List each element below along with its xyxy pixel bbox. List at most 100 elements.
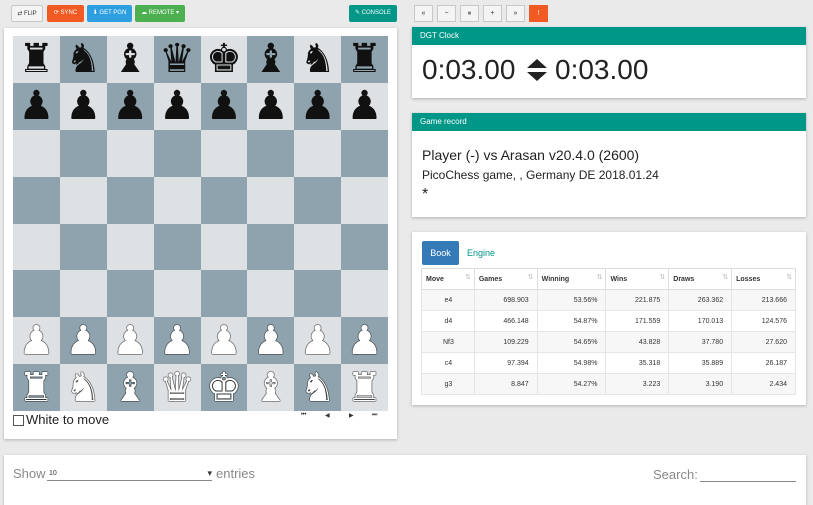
entries-select[interactable]: 10 ▾: [47, 467, 212, 481]
white-pawn-piece[interactable]: ♟: [253, 321, 289, 361]
board-square[interactable]: [200, 176, 248, 224]
white-knight-piece[interactable]: ♞: [300, 368, 336, 408]
board-square[interactable]: [341, 223, 388, 271]
book-row[interactable]: e4 698.903 53.56% 221.875 263.362 213.666: [421, 289, 796, 311]
book-row[interactable]: c4 97.394 54.98% 35.318 35.889 26.187: [421, 352, 796, 374]
black-knight-piece[interactable]: ♞: [300, 39, 336, 79]
black-bishop-piece[interactable]: ♝: [112, 39, 148, 79]
board-square[interactable]: [341, 270, 388, 318]
board-square[interactable]: ♟: [294, 82, 342, 130]
pause-button[interactable]: ⏸: [460, 5, 479, 22]
board-square[interactable]: ♟: [59, 82, 107, 130]
black-pawn-piece[interactable]: ♟: [347, 86, 383, 126]
white-bishop-piece[interactable]: ♝: [112, 368, 148, 408]
white-queen-piece[interactable]: ♛: [159, 368, 195, 408]
board-square[interactable]: [153, 129, 201, 177]
board-square[interactable]: ♛: [153, 364, 201, 411]
chessboard[interactable]: ♜ ♞ ♝ ♛ ♚ ♝ ♞ ♜ ♟ ♟ ♟ ♟ ♟ ♟ ♟ ♟ ♟ ♟ ♟ ♟ ♟ ♟ ♟ ♟ ♜ ♞ ♝ ♛ ♚ ♝ ♞ ♜: [13, 36, 388, 411]
black-pawn-piece[interactable]: ♟: [300, 86, 336, 126]
board-square[interactable]: ♞: [59, 36, 107, 83]
board-first-icon[interactable]: ⏮: [301, 412, 306, 419]
col-losses[interactable]: Losses ⇅: [731, 268, 796, 290]
board-square[interactable]: [294, 223, 342, 271]
board-square[interactable]: [294, 129, 342, 177]
col-games[interactable]: Games ⇅: [473, 268, 538, 290]
black-pawn-piece[interactable]: ♟: [112, 86, 148, 126]
flip-button[interactable]: ⇄ FLIP: [11, 5, 43, 22]
forward-button[interactable]: +: [483, 5, 502, 22]
col-move[interactable]: Move ⇅: [421, 268, 475, 290]
board-square[interactable]: [247, 176, 295, 224]
board-square[interactable]: [153, 223, 201, 271]
board-square[interactable]: [247, 129, 295, 177]
board-square[interactable]: [13, 223, 60, 271]
board-square[interactable]: [153, 270, 201, 318]
board-square[interactable]: ♜: [13, 364, 60, 411]
first-move-button[interactable]: «: [414, 5, 433, 22]
board-square[interactable]: ♟: [153, 317, 201, 365]
black-king-piece[interactable]: ♚: [206, 39, 242, 79]
sync-button[interactable]: ⟳ SYNC: [47, 5, 84, 22]
board-square[interactable]: ♞: [59, 364, 107, 411]
white-pawn-piece[interactable]: ♟: [112, 321, 148, 361]
black-pawn-piece[interactable]: ♟: [159, 86, 195, 126]
book-row[interactable]: g3 8.847 54.27% 3.223 3.190 2.434: [421, 373, 796, 395]
col-draws[interactable]: Draws ⇅: [668, 268, 733, 290]
board-square[interactable]: [247, 270, 295, 318]
board-square[interactable]: [247, 223, 295, 271]
board-square[interactable]: [59, 129, 107, 177]
board-square[interactable]: [341, 129, 388, 177]
last-move-button[interactable]: »: [506, 5, 525, 22]
board-square[interactable]: ♟: [153, 82, 201, 130]
board-square[interactable]: [59, 176, 107, 224]
board-square[interactable]: [200, 270, 248, 318]
back-button[interactable]: −: [437, 5, 456, 22]
board-square[interactable]: [59, 223, 107, 271]
console-button[interactable]: ✎ CONSOLE: [349, 5, 397, 22]
board-square[interactable]: ♟: [247, 317, 295, 365]
board-square[interactable]: [106, 129, 154, 177]
board-next-icon[interactable]: ▶: [349, 412, 354, 419]
board-square[interactable]: [294, 270, 342, 318]
white-rook-piece[interactable]: ♜: [19, 368, 55, 408]
get-pgn-button[interactable]: ⬇ GET PGN: [87, 5, 132, 22]
board-square[interactable]: [200, 223, 248, 271]
black-pawn-piece[interactable]: ♟: [19, 86, 55, 126]
white-pawn-piece[interactable]: ♟: [19, 321, 55, 361]
board-square[interactable]: ♚: [200, 364, 248, 411]
board-square[interactable]: ♟: [294, 317, 342, 365]
black-pawn-piece[interactable]: ♟: [65, 86, 101, 126]
board-square[interactable]: [341, 176, 388, 224]
board-square[interactable]: [153, 176, 201, 224]
board-square[interactable]: [200, 129, 248, 177]
board-square[interactable]: [13, 176, 60, 224]
board-square[interactable]: [13, 129, 60, 177]
board-square[interactable]: ♝: [247, 364, 295, 411]
board-square[interactable]: ♟: [13, 317, 60, 365]
board-square[interactable]: [59, 270, 107, 318]
board-square[interactable]: ♝: [247, 36, 295, 83]
white-pawn-piece[interactable]: ♟: [206, 321, 242, 361]
board-square[interactable]: ♟: [341, 317, 388, 365]
book-row[interactable]: d4 466.148 54.87% 171.559 170.013 124.576: [421, 310, 796, 332]
board-square[interactable]: [106, 223, 154, 271]
remote-button[interactable]: ☁ REMOTE ▾: [135, 5, 185, 22]
board-square[interactable]: ♟: [106, 317, 154, 365]
board-square[interactable]: ♝: [106, 36, 154, 83]
board-square[interactable]: ♚: [200, 36, 248, 83]
board-square[interactable]: [13, 270, 60, 318]
board-square[interactable]: ♟: [106, 82, 154, 130]
board-square[interactable]: ♜: [341, 36, 388, 83]
board-square[interactable]: ♟: [200, 82, 248, 130]
board-square[interactable]: ♞: [294, 36, 342, 83]
board-last-icon[interactable]: ⏭: [372, 412, 377, 419]
white-bishop-piece[interactable]: ♝: [253, 368, 289, 408]
board-square[interactable]: ♟: [200, 317, 248, 365]
board-prev-icon[interactable]: ◀: [325, 412, 330, 419]
board-square[interactable]: ♛: [153, 36, 201, 83]
white-pawn-piece[interactable]: ♟: [159, 321, 195, 361]
search-input[interactable]: [700, 468, 796, 482]
col-wins[interactable]: Wins ⇅: [605, 268, 670, 290]
board-square[interactable]: ♜: [341, 364, 388, 411]
white-pawn-piece[interactable]: ♟: [65, 321, 101, 361]
